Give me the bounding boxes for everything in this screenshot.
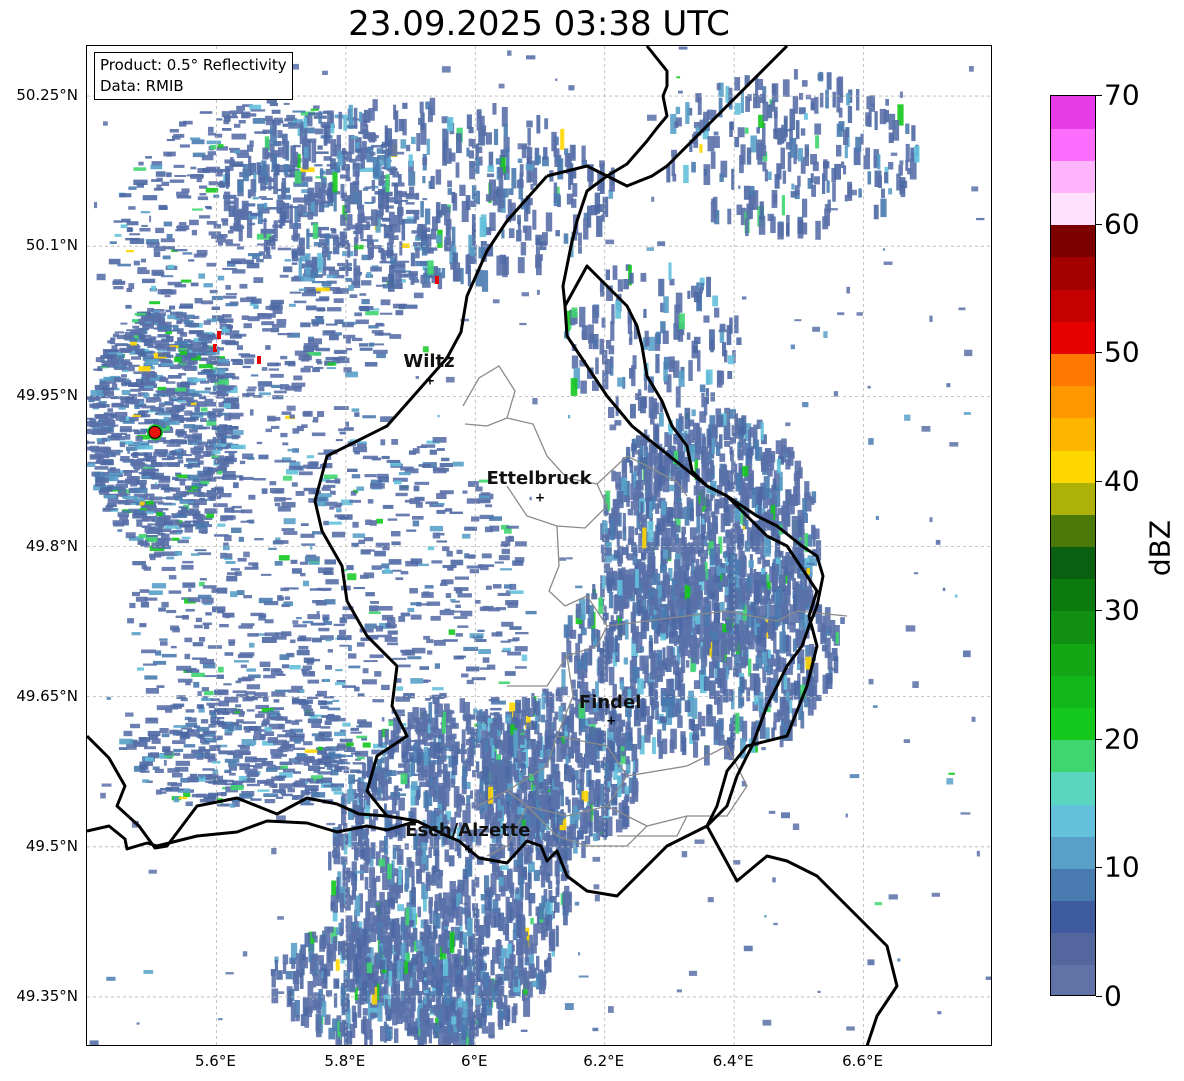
colorbar-segment [1051, 96, 1095, 129]
colorbar-tickmark [1096, 481, 1102, 483]
gridlines [87, 46, 991, 1045]
data-source-label: Data: RMIB [100, 77, 184, 95]
colorbar-tick-label: 70 [1104, 78, 1140, 112]
lon-tick-label: 6.2°E [583, 1052, 625, 1070]
product-label: Product: 0.5° Reflectivity [100, 56, 287, 74]
colorbar-segment [1051, 128, 1095, 161]
colorbar-segment [1051, 321, 1095, 355]
colorbar-segment [1051, 707, 1095, 741]
colorbar-segment [1051, 964, 1095, 995]
product-info-box: Product: 0.5° Reflectivity Data: RMIB [94, 52, 293, 100]
colorbar-tick-label: 0 [1104, 979, 1122, 1013]
city-marker: + [425, 373, 435, 387]
colorbar-tick-label: 50 [1104, 335, 1140, 369]
colorbar-segment [1051, 546, 1095, 580]
city-marker: + [606, 714, 616, 728]
colorbar-segment [1051, 771, 1095, 805]
lon-tick-label: 6.4°E [712, 1052, 754, 1070]
city-marker: + [535, 490, 545, 504]
city-marker: + [464, 842, 474, 856]
colorbar-tickmark [1096, 867, 1102, 869]
lat-tick-label: 49.8°N [25, 536, 78, 555]
colorbar-segment [1051, 256, 1095, 290]
colorbar-segment [1051, 803, 1095, 837]
lon-tick-label: 6.6°E [842, 1052, 883, 1070]
lat-tick-label: 50.1°N [25, 236, 78, 255]
map-title: 23.09.2025 03:38 UTC [348, 4, 730, 44]
city-label: Wiltz [403, 351, 455, 373]
lat-tick-label: 50.25°N [16, 86, 78, 105]
colorbar-tick-label: 30 [1104, 593, 1140, 627]
radar-map[interactable]: + + + + [86, 45, 992, 1046]
colorbar-segment [1051, 224, 1095, 258]
radar-map-canvas: + + + + [87, 46, 991, 1045]
colorbar-segment [1051, 192, 1095, 226]
colorbar-tickmark [1096, 95, 1102, 96]
colorbar-segment [1051, 385, 1095, 419]
dbz-colorbar [1050, 95, 1096, 996]
colorbar-tickmark [1096, 352, 1102, 354]
lon-tick-label: 5.8°E [324, 1052, 366, 1070]
lat-tick-label: 49.5°N [25, 836, 78, 855]
colorbar-segment [1051, 482, 1095, 515]
colorbar-tickmark [1096, 609, 1102, 611]
city-label: Ettelbruck [486, 468, 592, 490]
city-label: Esch/Alzette [405, 819, 531, 841]
colorbar-segment [1051, 739, 1095, 773]
colorbar-tick-label: 20 [1104, 722, 1140, 756]
colorbar-tickmark [1096, 738, 1102, 740]
colorbar-segment [1051, 353, 1095, 387]
colorbar-segment [1051, 449, 1095, 483]
lon-tick-label: 6°E [461, 1052, 488, 1070]
colorbar-segment [1051, 289, 1095, 322]
colorbar-segment [1051, 514, 1095, 548]
lat-tick-label: 49.95°N [16, 386, 78, 405]
colorbar-segment [1051, 578, 1095, 612]
colorbar-segment [1051, 610, 1095, 644]
colorbar-tick-label: 60 [1104, 207, 1140, 241]
colorbar-segment [1051, 900, 1095, 934]
lat-tick-label: 49.65°N [16, 686, 78, 705]
lon-tick-label: 5.6°E [195, 1052, 236, 1070]
colorbar-segment [1051, 932, 1095, 966]
colorbar-tick-label: 40 [1104, 464, 1140, 498]
colorbar-segment [1051, 868, 1095, 902]
colorbar-tickmark [1096, 223, 1102, 225]
colorbar-segment [1051, 643, 1095, 676]
lat-tick-label: 49.35°N [16, 986, 78, 1005]
colorbar-tick-label: 10 [1104, 850, 1140, 884]
radar-site-marker [148, 425, 162, 439]
colorbar-label: dBZ [1143, 519, 1177, 577]
colorbar-segment [1051, 836, 1095, 869]
city-label: Findel [578, 691, 642, 713]
colorbar-segment [1051, 675, 1095, 708]
colorbar-segment [1051, 160, 1095, 194]
colorbar-tickmark [1096, 996, 1102, 997]
colorbar-segment [1051, 417, 1095, 451]
